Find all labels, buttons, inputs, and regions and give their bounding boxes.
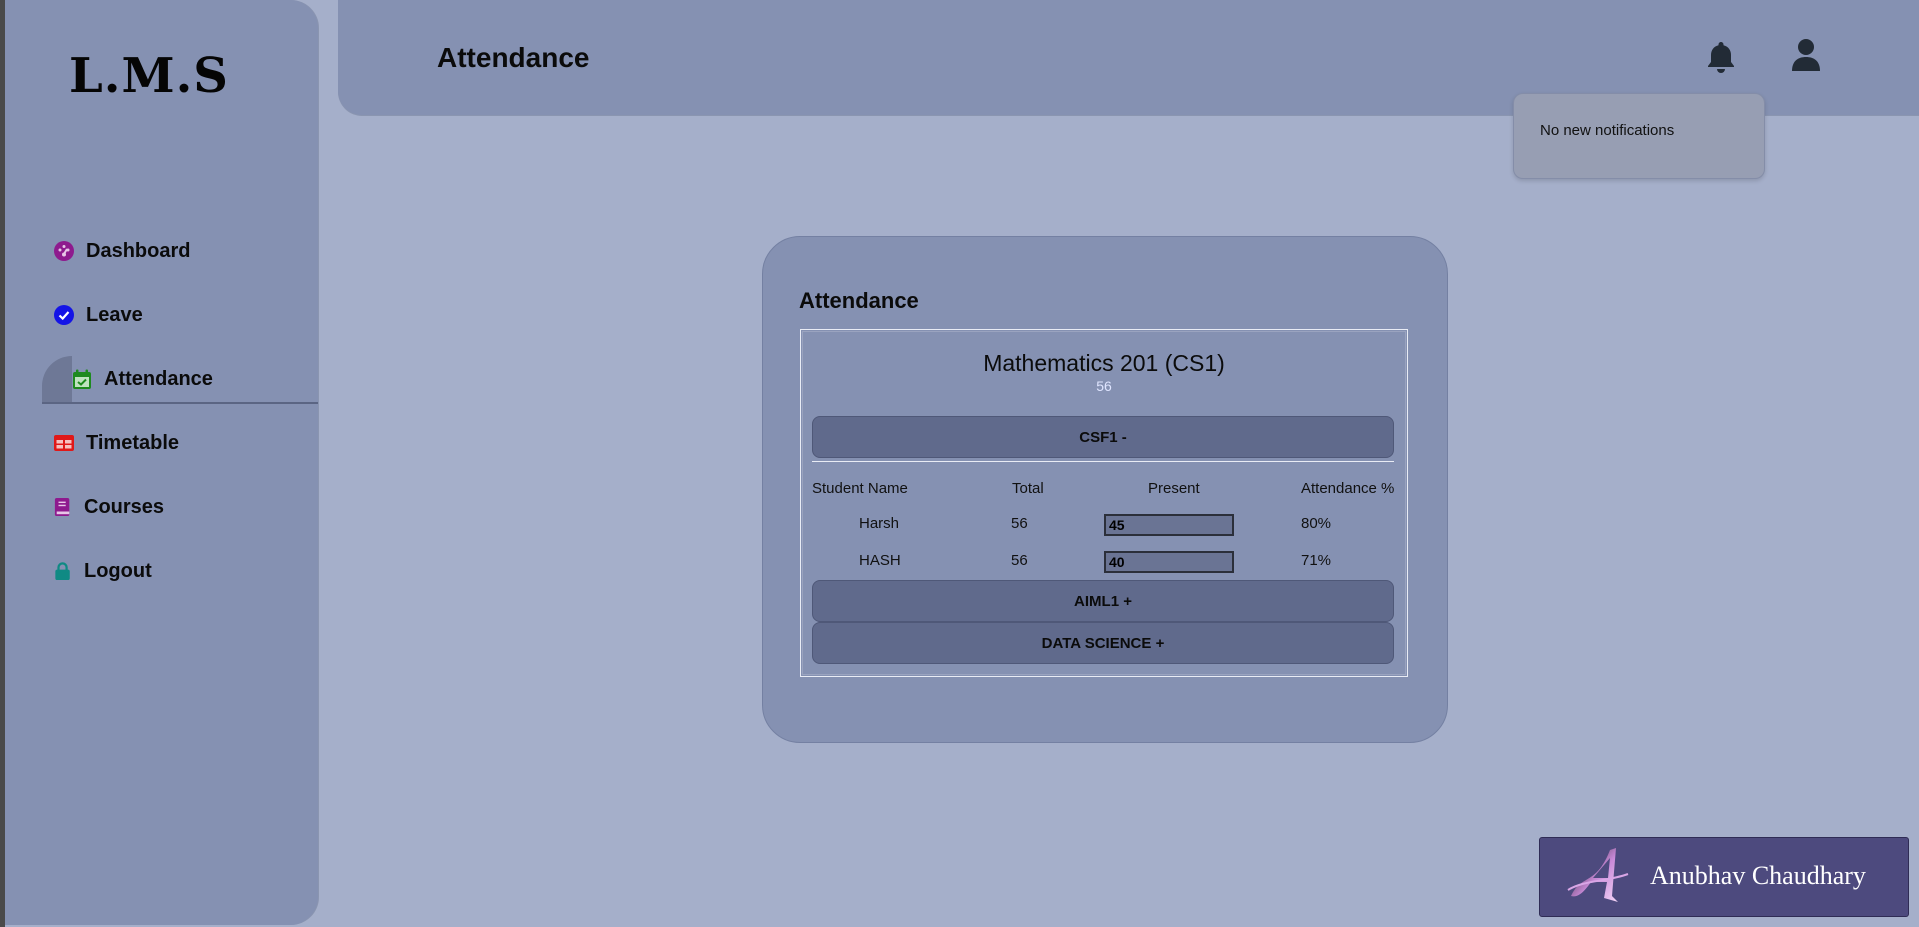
- sidebar-item-label: Dashboard: [86, 239, 191, 262]
- sidebar-item-timetable[interactable]: Timetable: [54, 423, 179, 463]
- dashboard-icon: [54, 241, 74, 261]
- sidebar-item-label: Timetable: [86, 431, 179, 454]
- sidebar-item-dashboard[interactable]: Dashboard: [54, 231, 190, 271]
- present-input[interactable]: 40: [1104, 551, 1234, 573]
- notification-text: No new notifications: [1540, 122, 1675, 139]
- section-toggle-aiml1[interactable]: AIML1 +: [812, 580, 1394, 622]
- sidebar-item-courses[interactable]: Courses: [54, 487, 164, 527]
- student-name: HASH: [859, 552, 901, 569]
- notification-dropdown: No new notifications: [1513, 93, 1765, 179]
- divider: [812, 461, 1394, 462]
- sidebar-item-label: Courses: [84, 495, 165, 518]
- bell-icon[interactable]: [1705, 40, 1737, 74]
- active-indicator: [42, 356, 72, 402]
- sidebar: L.M.S Dashboard Leave Attendance Timetab…: [5, 0, 318, 925]
- student-total: 56: [1011, 552, 1028, 569]
- sidebar-item-attendance[interactable]: Attendance: [42, 356, 318, 404]
- student-name: Harsh: [859, 515, 900, 532]
- card-title: Attendance: [799, 288, 919, 313]
- sidebar-item-label: Logout: [84, 559, 152, 582]
- column-header-total: Total: [1012, 480, 1044, 497]
- attendance-percent: 80%: [1301, 515, 1332, 532]
- column-header-student-name: Student Name: [812, 480, 908, 497]
- present-input[interactable]: 45: [1104, 514, 1234, 536]
- author-badge: Anubhav Chaudhary: [1539, 837, 1909, 917]
- column-header-present: Present: [1148, 480, 1200, 497]
- page-title: Attendance: [437, 42, 590, 73]
- book-icon: [54, 498, 70, 516]
- section-toggle-csf1[interactable]: CSF1 -: [812, 416, 1394, 458]
- monogram-logo: [1567, 848, 1629, 902]
- user-icon[interactable]: [1790, 38, 1822, 72]
- sidebar-item-logout[interactable]: Logout: [54, 551, 152, 591]
- attendance-percent: 71%: [1301, 552, 1332, 569]
- lock-icon: [55, 562, 70, 580]
- sidebar-item-label: Attendance: [104, 367, 213, 390]
- sidebar-item-leave[interactable]: Leave: [54, 295, 143, 335]
- author-name: Anubhav Chaudhary: [1650, 861, 1866, 890]
- table-icon: [54, 435, 74, 451]
- course-total: 56: [1096, 378, 1112, 394]
- course-panel: Mathematics 201 (CS1) 56 CSF1 - Student …: [800, 329, 1408, 677]
- student-total: 56: [1011, 515, 1028, 532]
- section-toggle-data-science[interactable]: DATA SCIENCE +: [812, 622, 1394, 664]
- sidebar-item-label: Leave: [86, 303, 143, 326]
- attendance-card: Attendance Mathematics 201 (CS1) 56 CSF1…: [762, 236, 1448, 743]
- check-circle-icon: [54, 305, 74, 325]
- course-name: Mathematics 201 (CS1): [983, 350, 1225, 376]
- app-root: L.M.S Dashboard Leave Attendance Timetab…: [5, 0, 1919, 927]
- calendar-check-icon: [73, 369, 91, 389]
- column-header-attendance-percent: Attendance %: [1301, 480, 1395, 497]
- app-logo: L.M.S: [69, 48, 229, 104]
